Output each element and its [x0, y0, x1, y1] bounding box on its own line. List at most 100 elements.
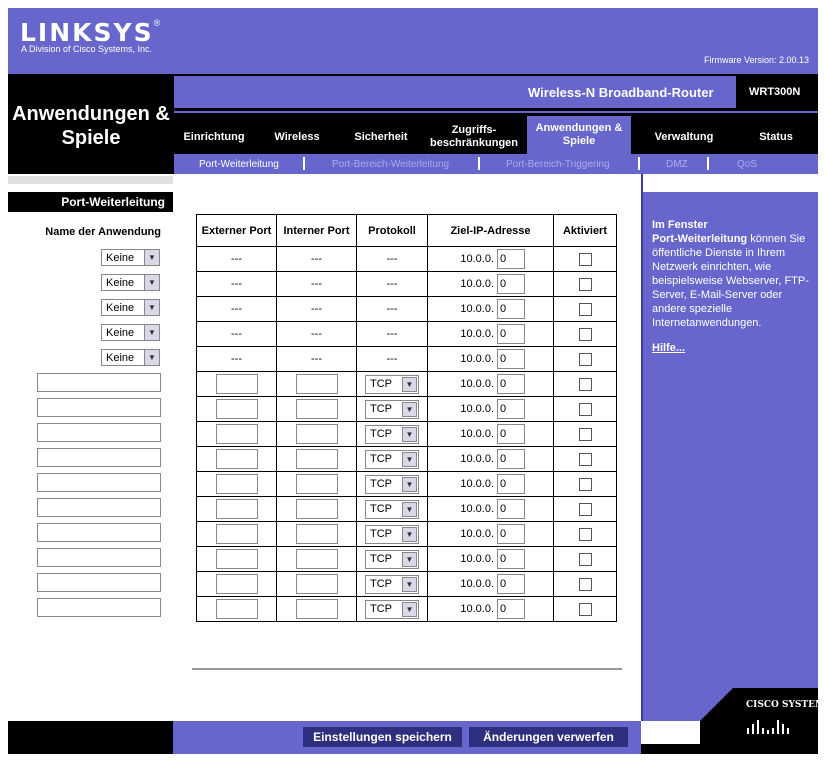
enabled-checkbox[interactable]: [578, 477, 592, 491]
ip-last-octet-input[interactable]: 0: [497, 324, 525, 344]
chevron-down-icon: ▼: [402, 426, 417, 442]
external-port-input[interactable]: [215, 374, 258, 394]
application-name-input[interactable]: [37, 598, 161, 617]
protocol-select[interactable]: TCP ▼: [365, 574, 419, 594]
ip-last-octet-input[interactable]: 0: [497, 399, 525, 419]
internal-port-input[interactable]: [295, 424, 338, 444]
application-name-input[interactable]: [37, 498, 161, 517]
external-port-input[interactable]: [215, 499, 258, 519]
ip-last-octet-input[interactable]: 0: [497, 474, 525, 494]
protocol-select[interactable]: TCP ▼: [365, 599, 419, 619]
tab-status[interactable]: Status: [738, 120, 814, 154]
application-select[interactable]: Keine ▼: [101, 249, 160, 266]
enabled-checkbox[interactable]: [578, 277, 592, 291]
table-row: TCP ▼ 10.0.0. 0: [196, 596, 617, 622]
internal-port-input[interactable]: [295, 499, 338, 519]
internal-port-input[interactable]: [295, 374, 338, 394]
internal-port-input[interactable]: [295, 574, 338, 594]
linksys-logo: LINKSYS®: [20, 18, 161, 47]
internal-port-input[interactable]: [295, 449, 338, 469]
subtab-dmz[interactable]: DMZ: [666, 154, 688, 174]
external-port-input[interactable]: [215, 449, 258, 469]
tab-zugriffsbeschraenkungen[interactable]: Zugriffs-beschränkungen: [424, 120, 524, 154]
application-select[interactable]: Keine ▼: [101, 299, 160, 316]
protocol-select[interactable]: TCP ▼: [365, 499, 419, 519]
tab-anwendungen-spiele[interactable]: Anwendungen & Spiele: [527, 116, 631, 154]
external-port-input[interactable]: [215, 549, 258, 569]
application-name-input[interactable]: [37, 398, 161, 417]
ip-last-octet-input[interactable]: 0: [497, 524, 525, 544]
subtab-port-bereich-weiterleitung[interactable]: Port-Bereich-Weiterleitung: [332, 154, 449, 174]
help-text: Im Fenster Port-Weiterleitung können Sie…: [652, 219, 809, 329]
enabled-checkbox[interactable]: [578, 527, 592, 541]
protocol-select[interactable]: TCP ▼: [365, 474, 419, 494]
ip-last-octet-input[interactable]: 0: [497, 249, 525, 269]
ip-last-octet-input[interactable]: 0: [497, 574, 525, 594]
ip-last-octet-input[interactable]: 0: [497, 374, 525, 394]
tab-sicherheit[interactable]: Sicherheit: [344, 120, 418, 154]
tab-einrichtung[interactable]: Einrichtung: [176, 120, 252, 154]
chevron-down-icon: ▼: [144, 250, 159, 265]
internal-port-input[interactable]: [295, 474, 338, 494]
enabled-checkbox[interactable]: [578, 427, 592, 441]
external-port-input[interactable]: [215, 524, 258, 544]
application-name-input[interactable]: [37, 548, 161, 567]
protocol-select[interactable]: TCP ▼: [365, 424, 419, 444]
chevron-down-icon: ▼: [402, 526, 417, 542]
enabled-checkbox[interactable]: [578, 252, 592, 266]
enabled-checkbox[interactable]: [578, 352, 592, 366]
subtab-qos[interactable]: QoS: [737, 154, 757, 174]
table-row: TCP ▼ 10.0.0. 0: [196, 446, 617, 472]
protocol-select[interactable]: TCP ▼: [365, 449, 419, 469]
application-name-input[interactable]: [37, 573, 161, 592]
application-name-input[interactable]: [37, 373, 161, 392]
tab-verwaltung[interactable]: Verwaltung: [642, 120, 726, 154]
enabled-checkbox[interactable]: [578, 302, 592, 316]
chevron-down-icon: ▼: [402, 376, 417, 392]
discard-changes-button[interactable]: Änderungen verwerfen: [469, 727, 628, 747]
save-settings-button[interactable]: Einstellungen speichern: [303, 727, 462, 747]
ip-last-octet-input[interactable]: 0: [497, 449, 525, 469]
external-port-input[interactable]: [215, 474, 258, 494]
application-select[interactable]: Keine ▼: [101, 349, 160, 366]
enabled-checkbox[interactable]: [578, 602, 592, 616]
application-name-input[interactable]: [37, 473, 161, 492]
subtab-port-weiterleitung[interactable]: Port-Weiterleitung: [199, 154, 279, 174]
ip-last-octet-input[interactable]: 0: [497, 499, 525, 519]
enabled-checkbox[interactable]: [578, 577, 592, 591]
enabled-checkbox[interactable]: [578, 502, 592, 516]
enabled-checkbox[interactable]: [578, 377, 592, 391]
enabled-checkbox[interactable]: [578, 402, 592, 416]
internal-port-input[interactable]: [295, 549, 338, 569]
internal-port-input[interactable]: [295, 599, 338, 619]
ip-last-octet-input[interactable]: 0: [497, 424, 525, 444]
ip-last-octet-input[interactable]: 0: [497, 599, 525, 619]
protocol-select[interactable]: TCP ▼: [365, 374, 419, 394]
firmware-version: Firmware Version: 2.00.13: [704, 55, 810, 65]
application-select[interactable]: Keine ▼: [101, 324, 160, 341]
external-port-input[interactable]: [215, 574, 258, 594]
application-select[interactable]: Keine ▼: [101, 274, 160, 291]
tab-wireless[interactable]: Wireless: [262, 120, 332, 154]
help-link[interactable]: Hilfe...: [652, 341, 685, 355]
internal-port-input[interactable]: [295, 524, 338, 544]
application-name-input[interactable]: [37, 523, 161, 542]
ip-last-octet-input[interactable]: 0: [497, 349, 525, 369]
ip-last-octet-input[interactable]: 0: [497, 299, 525, 319]
internal-port-input[interactable]: [295, 399, 338, 419]
enabled-checkbox[interactable]: [578, 327, 592, 341]
protocol-select[interactable]: TCP ▼: [365, 399, 419, 419]
application-name-input[interactable]: [37, 423, 161, 442]
protocol-select[interactable]: TCP ▼: [365, 549, 419, 569]
external-port-input[interactable]: [215, 424, 258, 444]
table-row: TCP ▼ 10.0.0. 0: [196, 421, 617, 447]
subtab-port-bereich-triggering[interactable]: Port-Bereich-Triggering: [506, 154, 610, 174]
external-port-input[interactable]: [215, 399, 258, 419]
protocol-select[interactable]: TCP ▼: [365, 524, 419, 544]
application-name-input[interactable]: [37, 448, 161, 467]
external-port-input[interactable]: [215, 599, 258, 619]
enabled-checkbox[interactable]: [578, 552, 592, 566]
ip-last-octet-input[interactable]: 0: [497, 274, 525, 294]
ip-last-octet-input[interactable]: 0: [497, 549, 525, 569]
enabled-checkbox[interactable]: [578, 452, 592, 466]
